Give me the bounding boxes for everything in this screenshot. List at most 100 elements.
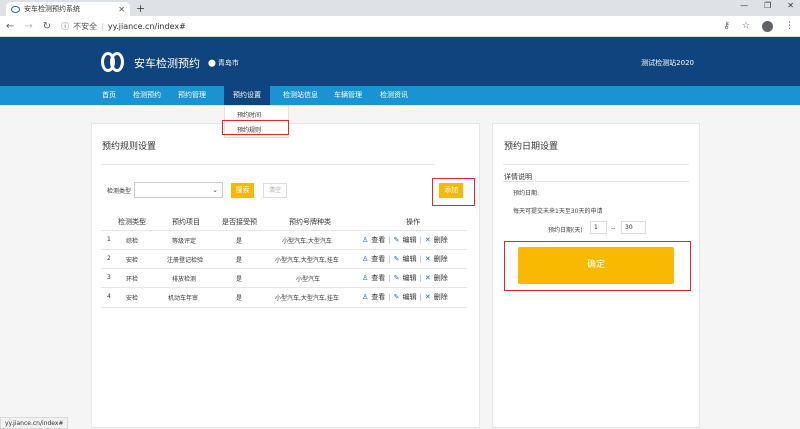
nav-booking-settings[interactable]: 预约设置 [224,86,270,105]
key-icon[interactable]: ⚷ [723,21,730,31]
nav-vehicle-management[interactable]: 车辆管理 [334,86,362,105]
browser-status-bar: yy.jiance.cn/index# [0,417,69,429]
nav-booking[interactable]: 检测预约 [133,86,161,105]
view-link[interactable]: 查看 [371,254,385,264]
action-divider: | [388,236,391,244]
table-row: 3 环检 排放检测 是 小型汽车 ♙ 查看 | ✎ 编辑 | ✕ 删除 [101,268,467,287]
brand-name: 安车检测预约 [134,57,200,70]
row-item: 等级评定 [172,238,197,245]
row-accept: 是 [236,238,243,245]
delete-link[interactable]: 删除 [434,254,448,264]
view-link[interactable]: 查看 [371,273,385,283]
action-divider: | [419,274,422,282]
browser-tab[interactable]: 安车检测预约系统 ✕ [6,2,130,16]
forward-icon[interactable]: → [24,21,32,32]
column-header-type: 检测类型 [118,218,146,226]
star-icon[interactable]: ☆ [742,21,750,31]
edit-icon: ✎ [393,274,400,282]
row-type: 安检 [126,257,139,264]
view-icon: ♙ [362,274,369,282]
action-divider: | [419,293,422,301]
back-icon[interactable]: ← [6,21,14,32]
info-icon[interactable]: ⓘ [61,21,69,32]
nav-booking-management[interactable]: 预约管理 [178,86,206,105]
table-row: 4 安检 机动车年审 是 小型汽车,大型汽车,挂车 ♙ 查看 | ✎ 编辑 | … [101,287,467,308]
view-icon: ♙ [362,293,369,301]
column-header-plates: 预约号牌种类 [289,218,331,226]
add-highlight-box [432,178,475,206]
date-title-divider [503,164,689,165]
chevron-down-icon: ⌄ [212,186,218,194]
type-filter-label: 检测类型 [107,188,132,195]
row-actions: ♙ 查看 | ✎ 编辑 | ✕ 删除 [362,235,448,245]
row-actions: ♙ 查看 | ✎ 编辑 | ✕ 删除 [362,254,448,264]
row-type: 综检 [126,238,139,245]
brand-logo-icon [101,52,127,72]
rules-menu-highlight-box [222,120,289,135]
date-range-separator: -- [611,225,616,232]
close-window-icon[interactable]: ✕ [787,1,794,10]
maximize-icon[interactable]: ❐ [764,1,771,10]
action-divider: | [388,293,391,301]
edit-link[interactable]: 编辑 [403,273,417,283]
view-icon: ♙ [362,255,369,263]
row-accept: 是 [236,276,243,283]
row-actions: ♙ 查看 | ✎ 编辑 | ✕ 删除 [362,292,448,302]
address-separator: | [101,21,104,31]
delete-link[interactable]: 删除 [434,273,448,283]
delete-icon: ✕ [424,236,431,244]
close-tab-icon[interactable]: ✕ [118,5,125,14]
browser-tabstrip: 安车检测预约系统 ✕ + — ❐ ✕ [0,0,800,16]
delete-link[interactable]: 删除 [434,235,448,245]
station-name[interactable]: 测试检测站2020 [641,58,694,68]
address-bar[interactable]: ⓘ 不安全 | yy.jiance.cn/index# [61,19,713,34]
confirm-highlight-box [504,241,691,291]
edit-link[interactable]: 编辑 [403,235,417,245]
clear-button[interactable]: 清空 [263,183,287,198]
row-plates: 小型汽车 [296,276,321,283]
view-link[interactable]: 查看 [371,292,385,302]
city-selector[interactable]: ⬤ 青岛市 [208,58,239,68]
row-item: 机动车年审 [168,295,199,302]
view-link[interactable]: 查看 [371,235,385,245]
detail-label: 预约日期: [513,190,540,197]
row-type: 安检 [126,295,139,302]
detail-text: 每天可提交未来1天至30天的申请 [513,208,603,215]
type-filter-select[interactable]: ⌄ [134,182,223,198]
new-tab-icon[interactable]: + [136,2,145,15]
nav-news[interactable]: 检测资讯 [380,86,408,105]
rules-title: 预约规则设置 [102,142,157,152]
action-divider: | [419,255,422,263]
row-number: 4 [107,293,111,300]
not-secure-label: 不安全 [73,21,98,31]
edit-link[interactable]: 编辑 [403,254,417,264]
minimize-icon[interactable]: — [740,1,748,10]
profile-avatar-icon[interactable] [762,20,773,32]
date-range-from-input[interactable]: 1 [590,221,607,234]
date-range-to-input[interactable]: 30 [621,221,646,234]
dropdown-item-booking-time[interactable]: 预约时间 [237,110,261,119]
menu-icon[interactable]: ⋮ [785,21,794,31]
row-plates: 小型汽车,大型汽车,挂车 [275,257,339,264]
search-button[interactable]: 搜索 [231,183,254,198]
table-row: 1 综检 等级评定 是 小型汽车,大型汽车 ♙ 查看 | ✎ 编辑 | ✕ 删除 [101,230,467,249]
row-accept: 是 [236,257,243,264]
nav-home[interactable]: 首页 [102,86,116,105]
delete-link[interactable]: 删除 [434,292,448,302]
city-name: 青岛市 [217,59,239,67]
row-accept: 是 [236,295,243,302]
row-plates: 小型汽车,大型汽车 [282,238,332,245]
action-divider: | [388,255,391,263]
window-controls: — ❐ ✕ [740,1,794,10]
detail-divider [503,181,689,182]
url-text: yy.jiance.cn/index# [107,21,186,31]
delete-icon: ✕ [424,293,431,301]
edit-link[interactable]: 编辑 [403,292,417,302]
table-row: 2 安检 注册登记检验 是 小型汽车,大型汽车,挂车 ♙ 查看 | ✎ 编辑 |… [101,249,467,268]
site-favicon-icon [11,5,20,13]
row-number: 3 [107,274,111,281]
browser-toolbar: ← → ↻ ⓘ 不安全 | yy.jiance.cn/index# ⚷ ☆ ⋮ [0,16,800,37]
nav-station-info[interactable]: 检测站信息 [283,86,318,105]
row-item: 排放检测 [172,276,197,283]
reload-icon[interactable]: ↻ [43,21,51,32]
